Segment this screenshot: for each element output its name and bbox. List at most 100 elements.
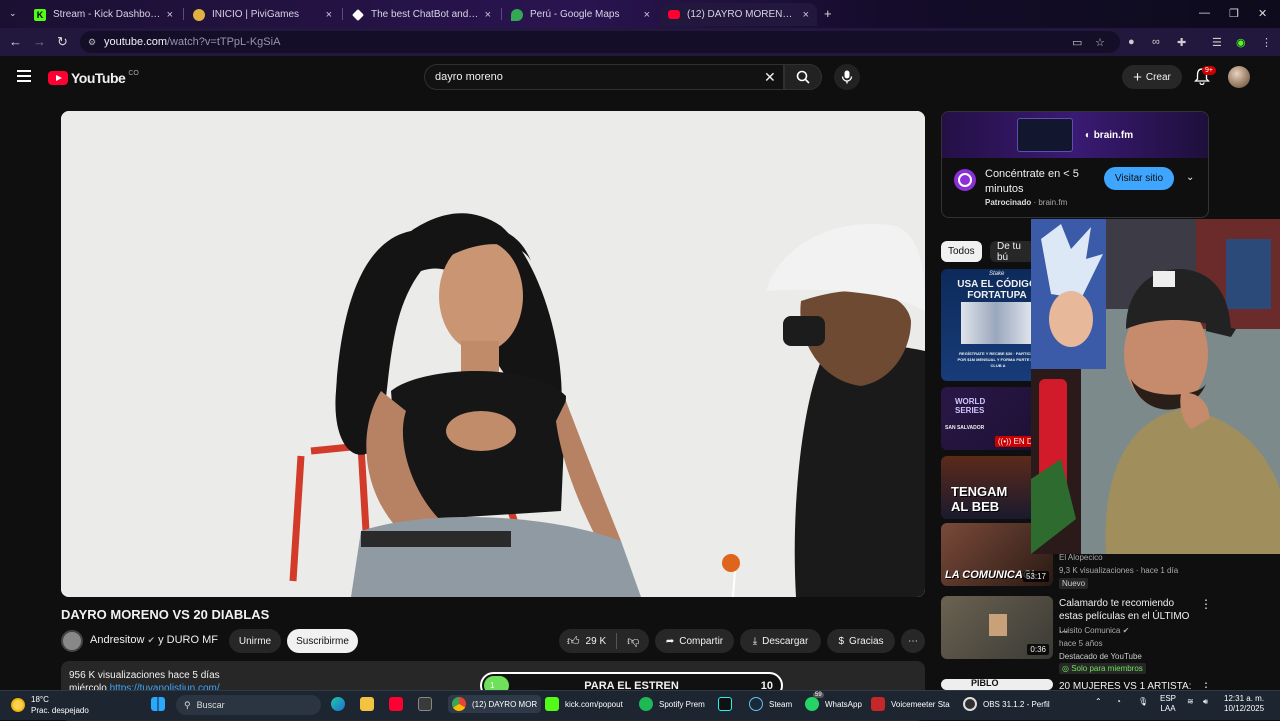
tray-wifi-icon[interactable]: ≋	[1187, 697, 1194, 706]
spotify-icon	[639, 697, 653, 711]
tray-volume-icon[interactable]: 🔊︎	[1203, 697, 1208, 707]
related-more-icon[interactable]: ⋮	[1200, 597, 1212, 611]
search-input[interactable]: dayro moreno	[424, 64, 784, 90]
tab-search-icon[interactable]: ⌄	[9, 8, 17, 19]
visit-site-label: Visitar sitio	[1114, 173, 1164, 184]
forward-icon[interactable]: →	[33, 34, 46, 49]
thanks-button[interactable]: $ Gracias	[827, 629, 895, 653]
tab-kick-dashboard[interactable]: K Stream - Kick Dashboard - ×	[26, 3, 181, 26]
tab-youtube-active[interactable]: (12) DAYRO MORENO VS 20 DIA ×	[660, 3, 817, 26]
clear-search-icon[interactable]: ✕	[764, 69, 776, 86]
app-label: WhatsApp	[825, 699, 862, 709]
taskbar-app-spotify[interactable]: Spotify Prem	[639, 697, 705, 711]
account-avatar[interactable]	[1228, 66, 1250, 88]
link-extension-icon[interactable]: ∞	[1152, 36, 1160, 48]
media-control-icon[interactable]: ☰	[1212, 36, 1222, 49]
close-window-icon[interactable]: ✕	[1258, 7, 1267, 20]
brainfm-logo: ◐ brain.fm	[1084, 129, 1134, 141]
search-placeholder: Buscar	[196, 700, 225, 710]
taskbar-store[interactable]	[418, 697, 438, 711]
taskbar-app-voicemeeter[interactable]: Voicemeeter Sta	[871, 697, 950, 711]
more-icon: ⋯	[908, 635, 918, 647]
taskbar-app-whatsapp[interactable]: 59 WhatsApp	[805, 692, 862, 711]
join-button[interactable]: Unirme	[229, 629, 281, 653]
pivigames-icon	[193, 8, 205, 21]
taskbar-explorer[interactable]	[360, 697, 380, 711]
visit-site-button[interactable]: Visitar sitio	[1104, 167, 1174, 190]
extension-icon[interactable]: ●	[1128, 36, 1135, 48]
tray-mic-icon[interactable]: 🎙︎	[1138, 697, 1148, 706]
related-thumb-calamardo[interactable]: 0:36	[941, 596, 1053, 659]
maximize-icon[interactable]: ❐	[1229, 7, 1239, 20]
stake-logo: Stake	[989, 271, 1005, 277]
back-icon[interactable]: ←	[9, 34, 22, 49]
youtube-app-icon	[389, 697, 403, 711]
start-button[interactable]	[151, 697, 171, 711]
download-button[interactable]: ⤓ Descargar	[740, 629, 821, 653]
browser-menu-icon[interactable]: ⋮	[1261, 36, 1272, 49]
close-tab-icon[interactable]: ×	[485, 9, 491, 21]
cast-icon[interactable]: ▭	[1072, 36, 1082, 49]
taskbar-app-kick[interactable]: kick.com/popout	[545, 697, 623, 711]
search-button[interactable]	[784, 64, 822, 90]
extensions-puzzle-icon[interactable]: ✚	[1177, 36, 1186, 49]
related-meta: hace 5 años	[1059, 639, 1103, 648]
clock-date: 10/12/2025	[1224, 704, 1265, 713]
related-channel[interactable]: Luisito Comunica ✔	[1059, 625, 1129, 637]
reload-icon[interactable]: ↻	[57, 34, 68, 50]
voice-search-button[interactable]	[834, 64, 860, 90]
taskbar-tiktok[interactable]	[718, 697, 738, 711]
create-button[interactable]: + Crear	[1122, 65, 1182, 89]
tray-network-icon[interactable]: ◔	[1116, 697, 1121, 706]
youtube-logo[interactable]: YouTube CO	[48, 70, 139, 86]
country-code: CO	[128, 69, 139, 77]
taskbar-youtube[interactable]	[389, 697, 409, 711]
channel-avatar[interactable]	[61, 630, 83, 652]
streamelements-icon	[352, 8, 364, 21]
tab-streamelements[interactable]: The best ChatBot and Widgets ×	[344, 3, 499, 26]
subscribe-button[interactable]: Suscribirme	[287, 629, 358, 653]
language-indicator[interactable]: ESP LAA	[1160, 694, 1176, 714]
taskbar-app-obs[interactable]: OBS 31.1.2 - Perfil	[963, 697, 1050, 711]
chip-from-search[interactable]: De tu bú	[990, 241, 1035, 262]
bookmark-star-icon[interactable]: ☆	[1095, 36, 1105, 49]
taskbar-search[interactable]: ⚲ Buscar	[176, 695, 321, 715]
dislike-button[interactable]: 👎︎	[627, 634, 639, 649]
channel-name[interactable]: Andresitow ✔ y DURO MF	[90, 634, 218, 646]
close-tab-icon[interactable]: ×	[803, 9, 809, 21]
new-tab-icon[interactable]: +	[824, 6, 832, 21]
taskbar-app-steam[interactable]: Steam	[749, 697, 792, 711]
thumb-text: LA COMUNICACI	[945, 569, 1034, 581]
taskbar-edge[interactable]	[331, 697, 351, 711]
ad-expand-chevron-icon[interactable]: ⌄	[1186, 172, 1194, 183]
chip-all[interactable]: Todos	[941, 241, 982, 262]
thumb-text: WORLD SERIES	[955, 397, 986, 415]
video-player[interactable]	[61, 111, 925, 597]
profile-icon[interactable]: ◉	[1236, 36, 1246, 49]
tab-pivigames[interactable]: INICIO | PiviGames ×	[185, 3, 340, 26]
minimize-icon[interactable]: —	[1199, 7, 1210, 19]
verified-icon: ✔	[1122, 626, 1130, 635]
taskbar-app-chrome[interactable]: (12) DAYRO MOR	[448, 695, 542, 713]
steam-icon	[749, 697, 763, 711]
new-badge: Nuevo	[1059, 578, 1089, 589]
ad-banner[interactable]: ◐ brain.fm	[942, 112, 1208, 158]
tray-overflow-icon[interactable]: ⌃	[1095, 697, 1102, 706]
close-tab-icon[interactable]: ×	[644, 9, 650, 21]
close-tab-icon[interactable]: ×	[326, 9, 332, 21]
sponsored-ad-card[interactable]: ◐ brain.fm Concéntrate en < 5 minutos Pa…	[941, 111, 1209, 218]
tab-title: The best ChatBot and Widgets	[371, 9, 479, 20]
clock[interactable]: 12:31 a. m. 10/12/2025	[1224, 694, 1264, 714]
share-button[interactable]: ➦ Compartir	[655, 629, 734, 653]
tab-google-maps[interactable]: Perú - Google Maps ×	[503, 3, 658, 26]
guide-menu-icon[interactable]	[17, 70, 31, 82]
more-actions-button[interactable]: ⋯	[901, 629, 925, 653]
members-label: Solo para miembros	[1071, 664, 1143, 673]
close-tab-icon[interactable]: ×	[167, 9, 173, 21]
site-info-icon[interactable]: ⚙	[88, 37, 96, 48]
subscribe-label: Suscribirme	[296, 635, 349, 647]
address-bar[interactable]: ⚙ youtube.com/watch?v=tTPpL-KgSiA	[80, 31, 1120, 53]
related-thumb-20mujeres[interactable]: PIBLO	[941, 679, 1053, 690]
weather-widget[interactable]: 18°C Prac. despejado	[11, 694, 89, 716]
like-button[interactable]: 👍︎ 29 K	[567, 634, 606, 649]
